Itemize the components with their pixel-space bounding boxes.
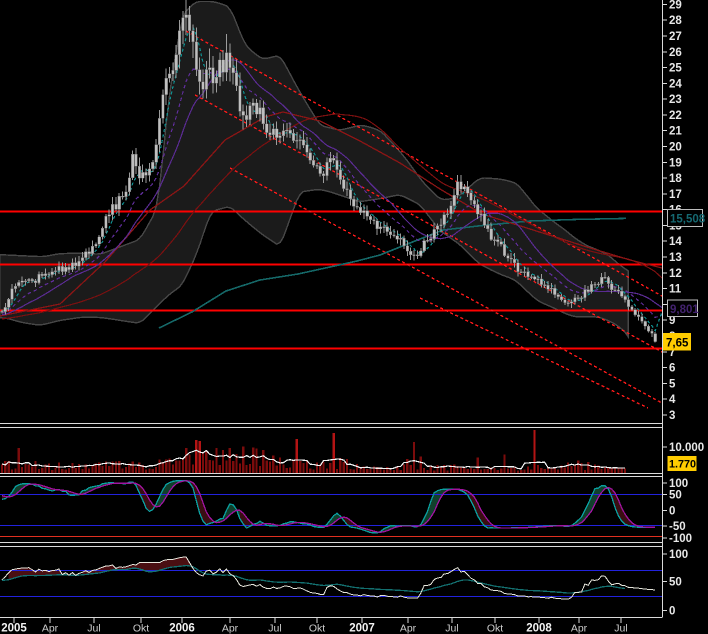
svg-text:15,508: 15,508 xyxy=(670,214,706,226)
svg-text:100: 100 xyxy=(669,478,688,490)
svg-text:50: 50 xyxy=(669,577,682,589)
svg-text:22: 22 xyxy=(669,110,682,122)
svg-text:-100: -100 xyxy=(669,533,692,545)
svg-text:Okt: Okt xyxy=(309,623,325,634)
svg-text:0: 0 xyxy=(669,505,675,517)
svg-text:28: 28 xyxy=(669,15,682,27)
svg-text:11: 11 xyxy=(669,284,682,296)
svg-text:Okt: Okt xyxy=(487,623,503,634)
svg-text:17: 17 xyxy=(669,189,682,201)
svg-text:Apr: Apr xyxy=(400,623,417,634)
svg-text:6: 6 xyxy=(669,363,675,375)
svg-text:Apr: Apr xyxy=(222,623,239,634)
svg-text:13: 13 xyxy=(669,252,682,264)
svg-text:0: 0 xyxy=(669,605,675,617)
svg-text:10.000: 10.000 xyxy=(669,442,704,454)
svg-text:5: 5 xyxy=(669,378,676,390)
svg-text:Jul: Jul xyxy=(445,623,458,634)
svg-text:2007: 2007 xyxy=(349,623,375,634)
svg-text:1.770: 1.770 xyxy=(669,459,696,471)
svg-text:100: 100 xyxy=(669,549,688,561)
svg-text:-50: -50 xyxy=(669,521,686,533)
svg-text:Jul: Jul xyxy=(614,623,627,634)
svg-text:24: 24 xyxy=(669,78,682,90)
svg-text:Apr: Apr xyxy=(571,623,588,634)
svg-text:Apr: Apr xyxy=(42,623,59,634)
svg-text:27: 27 xyxy=(669,31,682,43)
svg-text:25: 25 xyxy=(669,63,682,75)
svg-text:21: 21 xyxy=(669,126,682,138)
svg-text:19: 19 xyxy=(669,157,682,169)
svg-text:12: 12 xyxy=(669,268,682,280)
svg-text:26: 26 xyxy=(669,47,682,59)
svg-text:7,65: 7,65 xyxy=(666,338,689,350)
svg-text:2008: 2008 xyxy=(526,623,552,634)
svg-text:9,801: 9,801 xyxy=(670,304,699,316)
svg-text:Okt: Okt xyxy=(133,623,149,634)
svg-text:Jul: Jul xyxy=(87,623,100,634)
svg-text:20: 20 xyxy=(669,142,682,154)
svg-text:18: 18 xyxy=(669,173,682,185)
svg-text:Jul: Jul xyxy=(268,623,281,634)
svg-text:23: 23 xyxy=(669,94,682,106)
svg-text:3: 3 xyxy=(669,410,675,422)
svg-text:2005: 2005 xyxy=(1,623,27,634)
svg-text:29: 29 xyxy=(669,0,682,11)
svg-text:4: 4 xyxy=(669,394,676,406)
svg-text:2006: 2006 xyxy=(169,623,195,634)
svg-text:50: 50 xyxy=(669,490,682,502)
svg-text:14: 14 xyxy=(669,236,682,248)
